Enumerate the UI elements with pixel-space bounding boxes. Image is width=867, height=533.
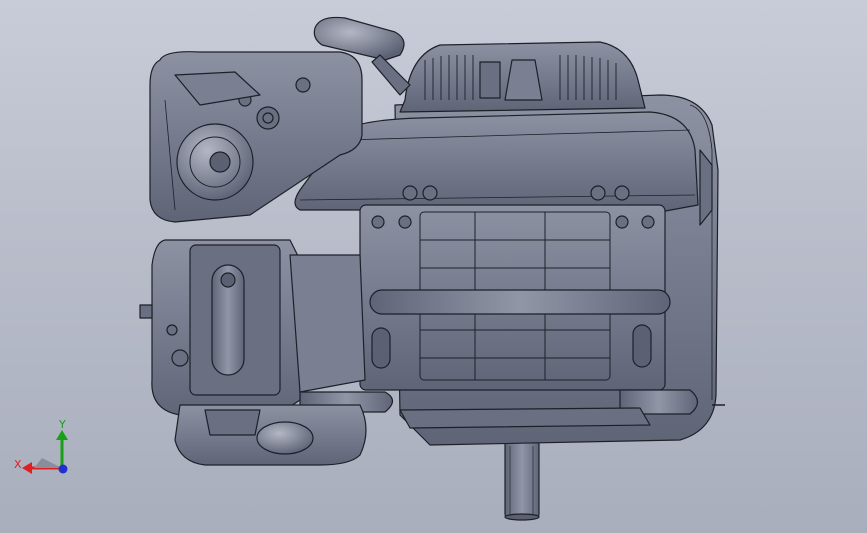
- graphics-viewport[interactable]: Y X: [0, 0, 867, 533]
- triad-plane: [34, 458, 62, 468]
- z-axis-origin: [58, 464, 68, 474]
- x-axis-label: X: [14, 458, 22, 471]
- x-axis-arrowhead: [22, 462, 32, 474]
- coordinate-triad: Y X: [14, 418, 68, 474]
- y-axis-label: Y: [58, 418, 66, 431]
- y-axis-arrowhead: [56, 430, 68, 440]
